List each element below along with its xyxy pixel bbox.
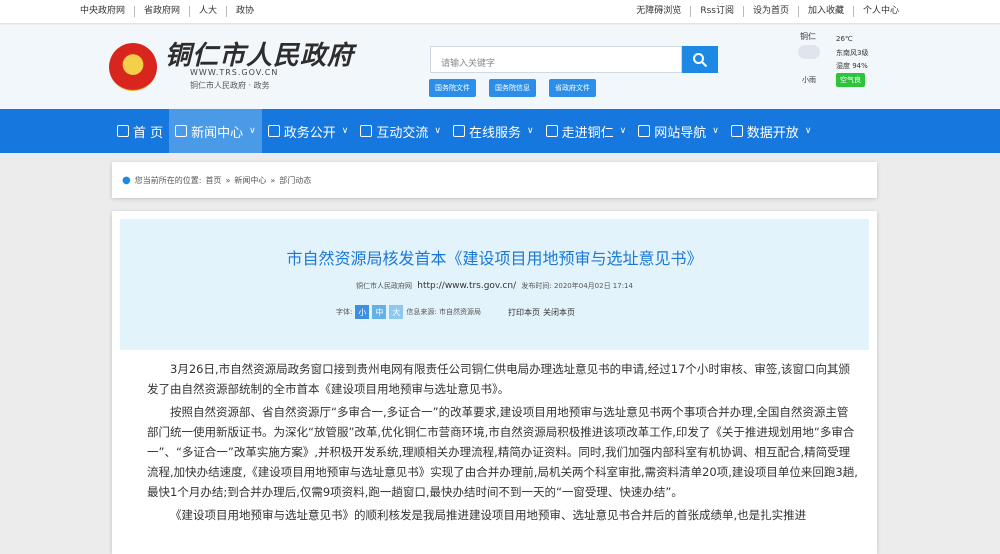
nav-item-label: 走进铜仁: [561, 125, 614, 141]
air-quality-badge: 空气良: [836, 73, 865, 87]
article-source-site: 铜仁市人民政府网: [356, 282, 413, 290]
article-body: 3月26日,市自然资源局政务窗口接到贵州电网有限责任公司铜仁供电局办理选址意见书…: [147, 359, 859, 528]
link-central-gov[interactable]: 中央政府网: [80, 6, 136, 17]
national-emblem-icon[interactable]: [109, 43, 157, 91]
link-province-gov[interactable]: 省政府网: [135, 6, 191, 17]
interaction-icon: [360, 125, 373, 137]
quick-link-province-docs[interactable]: 省政府文件: [549, 79, 596, 97]
link-add-favorite[interactable]: 加入收藏: [799, 6, 854, 17]
quick-link-state-council-docs[interactable]: 国务院文件: [429, 79, 476, 97]
chevron-down-icon: ∨: [341, 126, 349, 136]
site-logo-url: WWW.TRS.GOV.CN: [190, 68, 279, 77]
close-page-link[interactable]: 关闭本页: [543, 307, 575, 318]
top-left-links: 中央政府网 省政府网 人大 政协: [80, 6, 263, 17]
print-page-link[interactable]: 打印本页: [508, 307, 540, 318]
article-header: 市自然资源局核发首本《建设项目用地预审与选址意见书》 铜仁市人民政府网 http…: [120, 219, 869, 350]
article-panel: 市自然资源局核发首本《建设项目用地预审与选址意见书》 铜仁市人民政府网 http…: [112, 211, 877, 554]
online-service-icon: [452, 125, 465, 137]
article-info-source: 信息来源: 市自然资源局: [406, 308, 481, 316]
cloud-icon: [798, 45, 820, 59]
font-medium-button[interactable]: 中: [372, 305, 387, 319]
breadcrumb-sep: »: [225, 175, 231, 185]
article-published-time: 2020年04月02日 17:14: [553, 282, 633, 290]
location-pin-icon: ●: [122, 174, 131, 186]
breadcrumb-prefix: 您当前所在的位置:: [134, 175, 202, 185]
weather-temp: 26℃: [836, 35, 853, 43]
chevron-down-icon: ∨: [619, 126, 627, 136]
quick-links: 国务院文件 国务院信息 省政府文件: [429, 79, 596, 97]
font-small-button[interactable]: 小: [355, 305, 370, 319]
nav-item-label: 互动交流: [376, 125, 429, 141]
weather-city: 铜仁: [800, 32, 816, 41]
breadcrumb-news[interactable]: 新闻中心: [234, 175, 266, 186]
about-tongren-icon: [545, 125, 558, 137]
nav-item-label: 政务公开: [283, 125, 336, 141]
weather-desc: 小雨: [802, 76, 816, 84]
breadcrumb-home[interactable]: 首页: [205, 175, 221, 186]
news-center-icon: [175, 125, 188, 137]
article-url[interactable]: http://www.trs.gov.cn/: [417, 281, 516, 291]
nav-item-label: 网站导航: [654, 125, 707, 141]
link-set-homepage[interactable]: 设为首页: [744, 6, 799, 17]
chevron-down-icon: ∨: [526, 126, 534, 136]
font-large-button[interactable]: 大: [389, 305, 404, 319]
main-nav: 首 页 新闻中心 ∨ 政务公开 ∨ 互动交流 ∨ 在线服务 ∨ 走进铜仁 ∨ 网站导航 ∨ 数据开放 ∨: [0, 109, 1000, 153]
breadcrumb: ● 您当前所在的位置: 首页 » 新闻中心 » 部门动态: [112, 162, 877, 198]
link-npc[interactable]: 人大: [190, 6, 228, 17]
nav-item-news-center[interactable]: 新闻中心 ∨: [169, 109, 262, 153]
site-header: 铜仁市人民政府 WWW.TRS.GOV.CN 铜仁市人民政府 · 政务 请输入关…: [0, 25, 1000, 109]
chevron-down-icon: ∨: [434, 126, 441, 136]
weather-wind: 东南风3级: [836, 49, 869, 57]
nav-item-interaction[interactable]: 互动交流 ∨: [354, 109, 447, 153]
article-paragraph: 《建设项目用地预审与选址意见书》的顺利核发是我局推进建设项目用地预审、选址意见书…: [170, 508, 807, 522]
nav-item-label: 首 页: [133, 125, 164, 141]
article-paragraph: 按照自然资源部、省自然资源厅“多审合一,多证合一”的改革要求,建设项目用地预审与…: [147, 405, 858, 499]
nav-item-home[interactable]: 首 页: [111, 109, 169, 153]
nav-item-site-nav[interactable]: 网站导航 ∨: [632, 109, 725, 153]
article-title: 市自然资源局核发首本《建设项目用地预审与选址意见书》: [286, 249, 703, 268]
chevron-down-icon: ∨: [712, 126, 719, 136]
data-open-icon: [730, 125, 743, 137]
search-button[interactable]: [682, 46, 718, 73]
chevron-down-icon: ∨: [804, 126, 812, 136]
site-nav-icon: [638, 125, 651, 137]
nav-item-label: 新闻中心: [191, 125, 244, 141]
nav-item-label: 数据开放: [746, 125, 799, 141]
search-input[interactable]: 请输入关键字: [430, 46, 682, 73]
gov-affairs-icon: [267, 125, 280, 137]
link-rss[interactable]: Rss订阅: [691, 6, 744, 17]
nav-items: 首 页 新闻中心 ∨ 政务公开 ∨ 互动交流 ∨ 在线服务 ∨ 走进铜仁 ∨ 网站导航 ∨ 数据开放 ∨: [111, 109, 817, 153]
article-tools: 字体: 小 中 大 信息来源: 市自然资源局 打印本页 关闭本页: [336, 305, 575, 319]
home-icon: [117, 125, 129, 137]
link-cppcc[interactable]: 政协: [227, 6, 263, 17]
weather-humidity: 湿度 94%: [836, 62, 868, 70]
site-logo-subtitle: 铜仁市人民政府 · 政务: [190, 81, 270, 90]
nav-item-label: 在线服务: [468, 125, 521, 141]
quick-link-state-council-info[interactable]: 国务院信息: [489, 79, 536, 97]
search-icon: [693, 52, 708, 67]
nav-item-data-open[interactable]: 数据开放 ∨: [725, 109, 818, 153]
link-personal-center[interactable]: 个人中心: [854, 6, 908, 17]
article-paragraph: 3月26日,市自然资源局政务窗口接到贵州电网有限责任公司铜仁供电局办理选址意见书…: [147, 362, 851, 396]
nav-item-gov-affairs[interactable]: 政务公开 ∨: [262, 109, 355, 153]
weather-widget: 铜仁 小雨 26℃ 东南风3级 湿度 94% 空气良: [796, 31, 896, 93]
breadcrumb-sep: »: [270, 175, 276, 185]
font-size-label: 字体:: [336, 308, 353, 316]
top-right-links: 无障碍浏览 Rss订阅 设为首页 加入收藏 个人中心: [627, 6, 908, 17]
site-logo-title[interactable]: 铜仁市人民政府: [165, 35, 354, 72]
article-published-label: 发布时间:: [521, 282, 552, 290]
top-bar: 中央政府网 省政府网 人大 政协 无障碍浏览 Rss订阅 设为首页 加入收藏 个…: [0, 0, 1000, 24]
breadcrumb-dept[interactable]: 部门动态: [279, 175, 311, 186]
nav-item-online-service[interactable]: 在线服务 ∨: [447, 109, 540, 153]
chevron-down-icon: ∨: [249, 126, 256, 136]
link-accessibility[interactable]: 无障碍浏览: [627, 6, 692, 17]
nav-item-about-tongren[interactable]: 走进铜仁 ∨: [540, 109, 633, 153]
article-meta: 铜仁市人民政府网 http://www.trs.gov.cn/ 发布时间: 20…: [120, 281, 869, 291]
